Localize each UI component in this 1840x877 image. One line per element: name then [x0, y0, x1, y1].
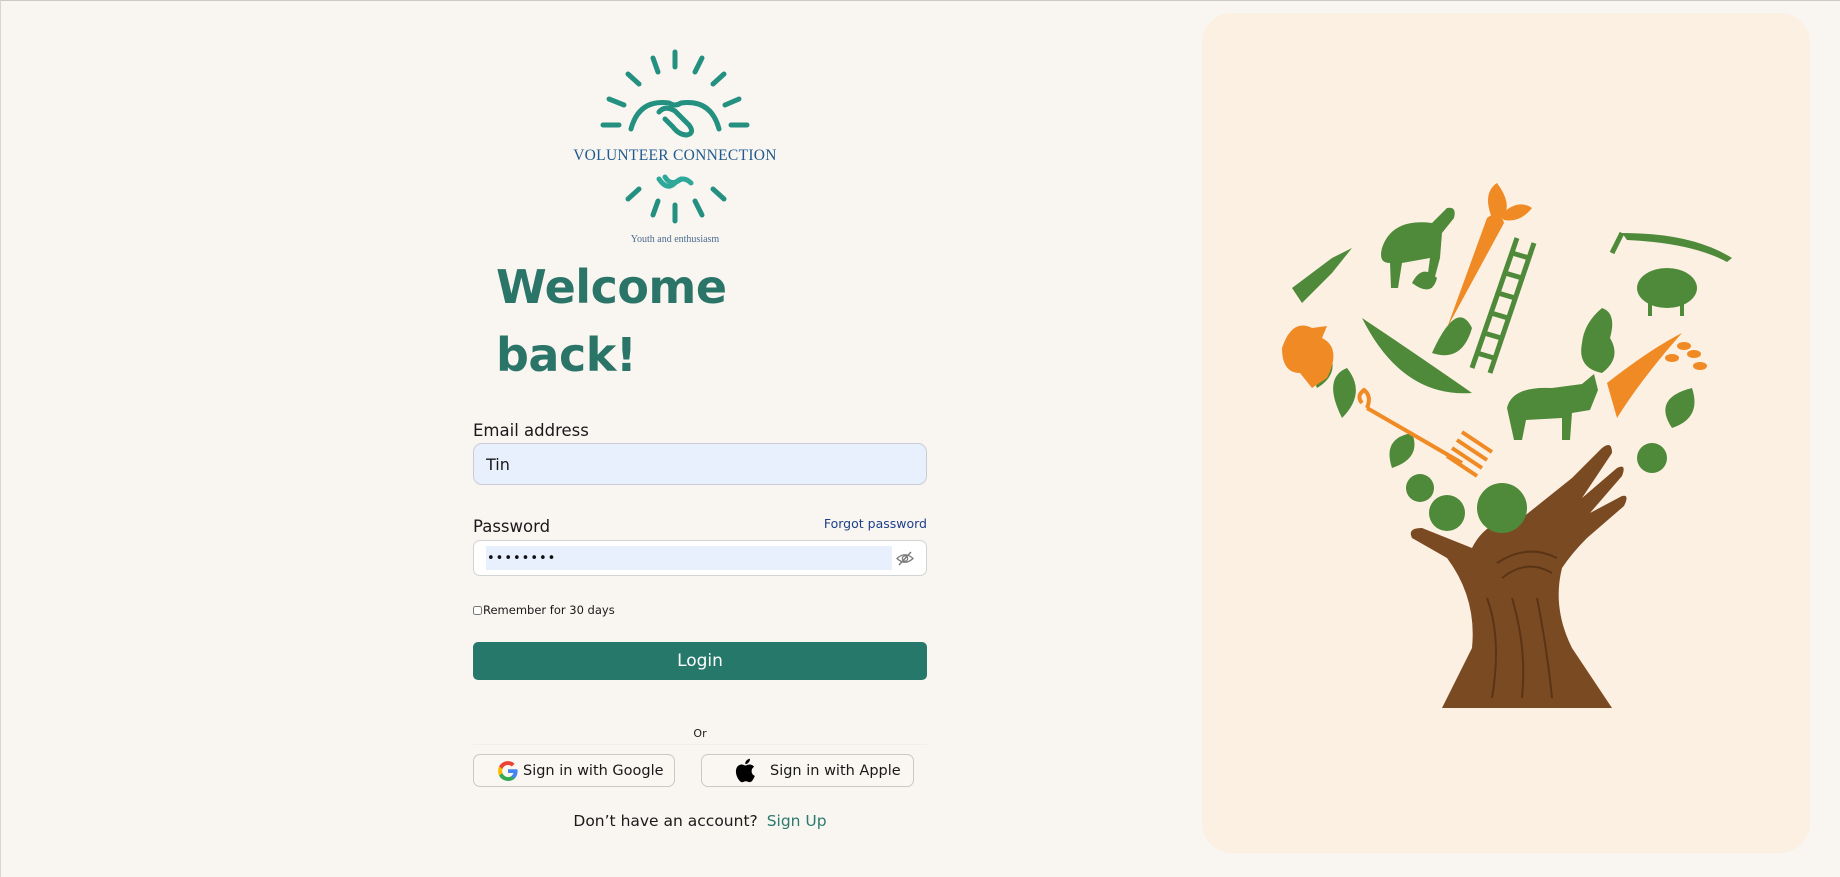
signup-prompt: Don’t have an account? [573, 812, 758, 830]
illustration-panel [1202, 13, 1810, 853]
email-label: Email address [473, 421, 589, 440]
google-g-icon [497, 760, 518, 781]
login-page: VOLUNTEER CONNECTION Youth and enthusias… [0, 0, 1840, 877]
apple-sign-in-button[interactable]: Sign in with Apple [701, 754, 914, 787]
farm-tree-hand-illustration-icon [1282, 183, 1732, 708]
remember-label: Remember for 30 days [483, 603, 615, 617]
apple-logo-icon [735, 758, 755, 783]
remember-me-row: Remember for 30 days [473, 603, 615, 617]
password-field-wrapper [473, 540, 927, 576]
email-field[interactable] [473, 443, 927, 485]
page-title: Welcome back! [496, 253, 796, 389]
google-sign-in-label: Sign in with Google [523, 762, 664, 779]
login-form: VOLUNTEER CONNECTION Youth and enthusias… [473, 1, 928, 877]
password-field[interactable] [486, 546, 892, 570]
google-sign-in-button[interactable]: Sign in with Google [473, 754, 675, 787]
password-label: Password [473, 517, 551, 536]
apple-sign-in-label: Sign in with Apple [770, 762, 901, 779]
brand-tagline: Youth and enthusiasm [630, 234, 720, 245]
page-title-line-1: Welcome [496, 260, 727, 314]
forgot-password-link[interactable]: Forgot password [824, 516, 927, 531]
or-divider: Or [473, 727, 927, 745]
brand-logo: VOLUNTEER CONNECTION Youth and enthusias… [569, 47, 781, 247]
signup-row: Don’t have an account? Sign Up [473, 812, 927, 830]
page-title-line-2: back! [496, 328, 637, 382]
eye-slash-icon[interactable] [896, 550, 914, 567]
signup-link[interactable]: Sign Up [767, 812, 827, 830]
login-button[interactable]: Login [473, 642, 927, 680]
brand-name: VOLUNTEER CONNECTION [573, 147, 777, 164]
remember-checkbox[interactable] [473, 605, 482, 615]
